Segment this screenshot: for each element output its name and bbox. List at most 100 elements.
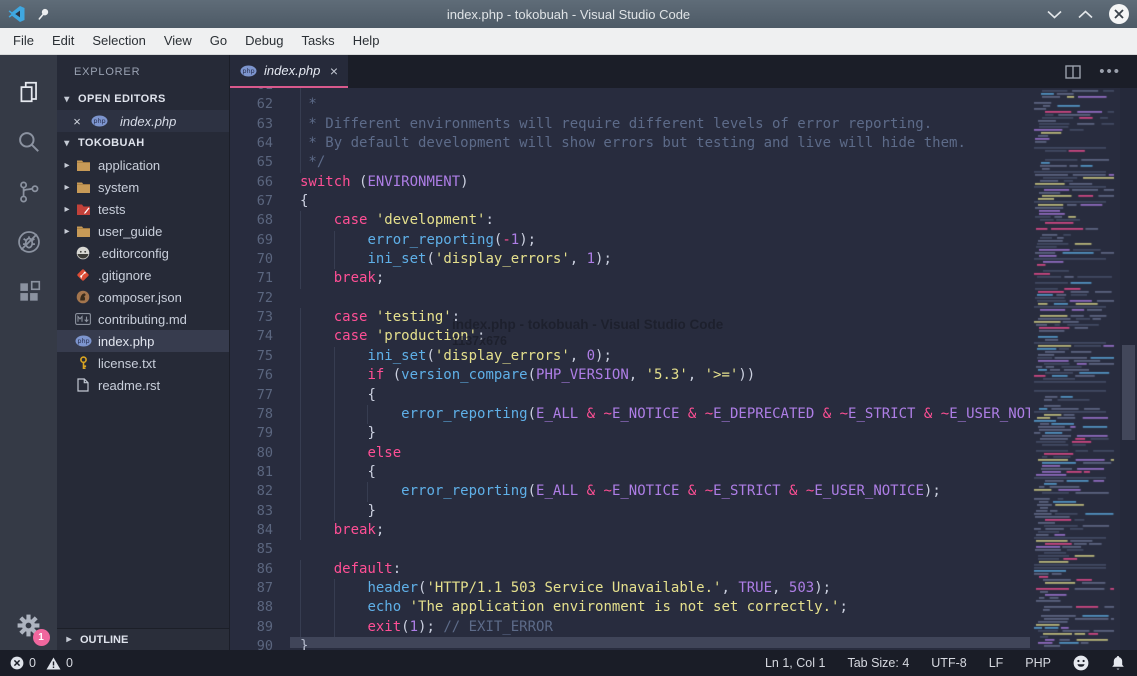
tree-item-user-guide[interactable]: ▸user_guide [57, 220, 229, 242]
indent-guide [300, 521, 301, 540]
tree-item-composer-json[interactable]: composer.json [57, 286, 229, 308]
menu-debug[interactable]: Debug [236, 28, 292, 54]
maximize-button[interactable] [1078, 10, 1093, 19]
line-number: 66 [230, 173, 300, 192]
menu-help[interactable]: Help [344, 28, 389, 54]
status-utf-8[interactable]: UTF-8 [931, 656, 966, 670]
chevron-right-icon: ▸ [61, 226, 73, 237]
menu-bar: FileEditSelectionViewGoDebugTasksHelp [0, 28, 1137, 55]
code-line: 64 * By default development will show er… [230, 134, 1030, 153]
tab-close-icon[interactable]: × [330, 63, 338, 79]
menu-view[interactable]: View [155, 28, 201, 54]
tree-item-license-txt[interactable]: license.txt [57, 352, 229, 374]
code-line: 88 echo 'The application environment is … [230, 598, 1030, 617]
line-number: 67 [230, 192, 300, 211]
notifications-bell-icon[interactable] [1111, 655, 1125, 671]
code-editor[interactable]: 61 *------------------------------------… [230, 88, 1137, 650]
code-text: case 'testing': [300, 308, 1030, 327]
tree-item--editorconfig[interactable]: .editorconfig [57, 242, 229, 264]
code-text: { [300, 386, 1030, 405]
code-line: 87 header('HTTP/1.1 503 Service Unavaila… [230, 579, 1030, 598]
more-actions-icon[interactable]: ••• [1099, 64, 1121, 79]
tab-index-php[interactable]: php index.php × [230, 55, 348, 88]
horizontal-scrollbar-thumb[interactable] [290, 637, 1030, 648]
tree-item-application[interactable]: ▸application [57, 154, 229, 176]
open-editor-item[interactable]: × php index.php [57, 110, 229, 132]
line-number: 89 [230, 618, 300, 637]
code-text: echo 'The application environment is not… [300, 598, 1030, 617]
code-line: 89 exit(1); // EXIT_ERROR [230, 618, 1030, 637]
tree-item--gitignore[interactable]: .gitignore [57, 264, 229, 286]
project-root-header[interactable]: ▾ TOKOBUAH [57, 132, 229, 154]
code-text: { [300, 192, 1030, 211]
open-editor-label: index.php [120, 114, 176, 129]
line-number: 64 [230, 134, 300, 153]
indent-guide [300, 95, 301, 114]
tree-item-contributing-md[interactable]: contributing.md [57, 308, 229, 330]
activity-debug-icon[interactable] [7, 217, 51, 267]
tree-item-label: application [98, 158, 160, 173]
status-lf[interactable]: LF [989, 656, 1004, 670]
close-button[interactable] [1109, 4, 1129, 24]
status-php[interactable]: PHP [1025, 656, 1051, 670]
status-ln-1-col-1[interactable]: Ln 1, Col 1 [765, 656, 825, 670]
outline-section-header[interactable]: ▸ OUTLINE [57, 628, 229, 650]
code-text: { [300, 463, 1030, 482]
errors-icon[interactable] [10, 656, 24, 670]
activity-explorer-icon[interactable] [7, 67, 51, 117]
activity-source-control-icon[interactable] [7, 167, 51, 217]
indent-guide [300, 463, 301, 482]
feedback-smiley-icon[interactable] [1073, 655, 1089, 671]
folder-test-icon [73, 203, 93, 216]
line-number: 85 [230, 540, 300, 559]
folder-icon [73, 181, 93, 194]
code-line: 80 else [230, 444, 1030, 463]
minimap[interactable] [1030, 88, 1120, 650]
menu-tasks[interactable]: Tasks [292, 28, 343, 54]
close-icon[interactable]: × [71, 114, 83, 129]
open-editors-label: OPEN EDITORS [78, 93, 166, 105]
indent-guide [334, 444, 335, 463]
code-text: ini_set('display_errors', 1); [300, 250, 1030, 269]
tree-item-label: .gitignore [98, 268, 151, 283]
code-line: 65 */ [230, 153, 1030, 172]
vertical-scrollbar[interactable] [1120, 88, 1137, 650]
warnings-count[interactable]: 0 [66, 656, 73, 670]
activity-bar: 1 [0, 55, 57, 650]
line-number: 83 [230, 502, 300, 521]
menu-file[interactable]: File [4, 28, 43, 54]
tree-item-index-php[interactable]: phpindex.php [57, 330, 229, 352]
code-line: 76 if (version_compare(PHP_VERSION, '5.3… [230, 366, 1030, 385]
status-tab-size-4[interactable]: Tab Size: 4 [847, 656, 909, 670]
indent-guide [334, 618, 335, 637]
activity-search-icon[interactable] [7, 117, 51, 167]
svg-text:php: php [242, 67, 254, 75]
code-line: 73 case 'testing': [230, 308, 1030, 327]
split-editor-icon[interactable] [1065, 65, 1081, 79]
indent-guide [334, 250, 335, 269]
menu-edit[interactable]: Edit [43, 28, 83, 54]
code-line: 63 * Different environments will require… [230, 115, 1030, 134]
line-number: 81 [230, 463, 300, 482]
tree-item-readme-rst[interactable]: readme.rst [57, 374, 229, 396]
indent-guide [300, 231, 301, 250]
activity-extensions-icon[interactable] [7, 267, 51, 317]
minimize-button[interactable] [1047, 10, 1062, 19]
line-number: 65 [230, 153, 300, 172]
warnings-icon[interactable] [46, 657, 61, 670]
errors-count[interactable]: 0 [29, 656, 36, 670]
svg-text:php: php [93, 117, 105, 125]
tree-item-system[interactable]: ▸system [57, 176, 229, 198]
code-line: 83 } [230, 502, 1030, 521]
pin-icon[interactable] [33, 4, 53, 24]
tree-item-label: system [98, 180, 139, 195]
tree-item-tests[interactable]: ▸tests [57, 198, 229, 220]
line-number: 80 [230, 444, 300, 463]
menu-selection[interactable]: Selection [83, 28, 154, 54]
settings-gear-icon[interactable]: 1 [12, 608, 46, 642]
indent-guide [300, 115, 301, 134]
indent-guide [334, 502, 335, 521]
open-editors-header[interactable]: ▾ OPEN EDITORS [57, 88, 229, 110]
vertical-scrollbar-thumb[interactable] [1122, 345, 1135, 440]
menu-go[interactable]: Go [201, 28, 236, 54]
